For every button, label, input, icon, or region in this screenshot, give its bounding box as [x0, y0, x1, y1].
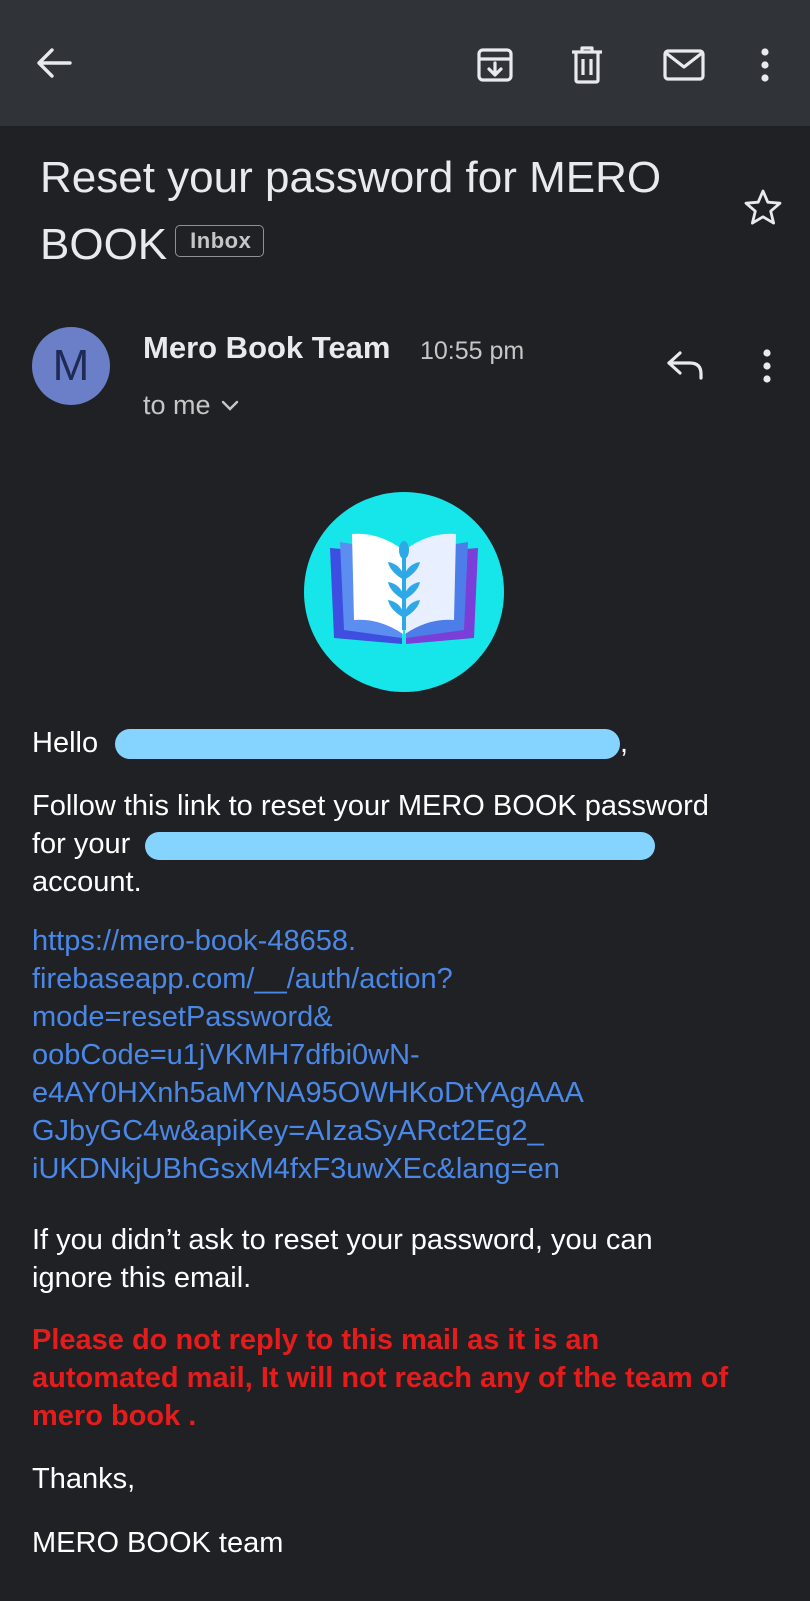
link-line: https://mero-book-48658. [32, 925, 357, 957]
link-line: e4AY0HXnh5aMYNA95OWHKoDtYAgAAA [32, 1077, 584, 1109]
more-vert-icon [761, 48, 769, 82]
warning-line: mero book . [32, 1400, 197, 1432]
email-time: 10:55 pm [420, 337, 525, 365]
star-icon [744, 189, 782, 225]
star-button[interactable] [738, 182, 788, 232]
thanks-text: Thanks, [32, 1463, 136, 1495]
recipient-text: to me [143, 390, 211, 420]
sender-avatar[interactable]: M [32, 327, 110, 405]
app-bar [0, 0, 810, 126]
mail-icon [663, 49, 705, 81]
link-line: firebaseapp.com/__/auth/action? [32, 963, 453, 995]
greeting: Hello [32, 724, 98, 762]
link-line: oobCode=u1jVKMH7dfbi0wN- [32, 1039, 420, 1071]
sender-name: Mero Book Team [143, 330, 391, 365]
warning-line: automated mail, It will not reach any of… [32, 1362, 729, 1394]
email-subject: Reset your password for MERO BOOK Inbox [40, 144, 720, 278]
chevron-down-icon [221, 400, 238, 411]
archive-button[interactable] [470, 40, 520, 90]
back-button[interactable] [24, 38, 84, 88]
more-vert-icon [763, 349, 771, 383]
link-line: iUKDNkjUBhGsxM4fxF3uwXEc&lang=en [32, 1153, 560, 1185]
ignore-line-1: If you didn’t ask to reset your password… [32, 1224, 653, 1256]
more-options-button[interactable] [740, 40, 790, 90]
recipient-details[interactable]: to me [143, 390, 239, 421]
redacted-account-email [145, 832, 655, 860]
automated-mail-warning: Please do not reply to this mail as it i… [32, 1321, 728, 1435]
greeting-text: Hello [32, 727, 99, 759]
delete-button[interactable] [562, 40, 612, 90]
open-book-icon [330, 533, 478, 644]
link-line: GJbyGC4w&apiKey=AIzaSyARct2Eg2_ [32, 1115, 544, 1147]
mark-unread-button[interactable] [657, 40, 711, 90]
instruction-line-1: Follow this link to reset your MERO BOOK… [32, 790, 709, 822]
ignore-notice: If you didn’t ask to reset your password… [32, 1221, 653, 1297]
arrow-left-icon [37, 48, 72, 78]
ignore-line-2: ignore this email. [32, 1262, 252, 1294]
greeting-comma: , [620, 727, 629, 759]
reply-button[interactable] [658, 340, 712, 390]
message-more-button[interactable] [742, 344, 792, 388]
warning-line: Please do not reply to this mail as it i… [32, 1324, 600, 1356]
reset-password-link[interactable]: https://mero-book-48658. firebaseapp.com… [32, 922, 584, 1188]
mero-book-logo [304, 492, 504, 692]
redacted-email-address [115, 729, 620, 759]
instruction-line-3: account. [32, 866, 142, 898]
signature-text: MERO BOOK team [32, 1527, 284, 1559]
archive-icon [477, 48, 513, 82]
inbox-label-badge[interactable]: Inbox [175, 225, 265, 258]
subject-text: Reset your password for MERO BOOK [40, 153, 662, 269]
reply-icon [667, 351, 703, 380]
trash-icon [572, 46, 602, 84]
instruction-line-2: for your [32, 828, 131, 860]
link-line: mode=resetPassword& [32, 1001, 333, 1033]
